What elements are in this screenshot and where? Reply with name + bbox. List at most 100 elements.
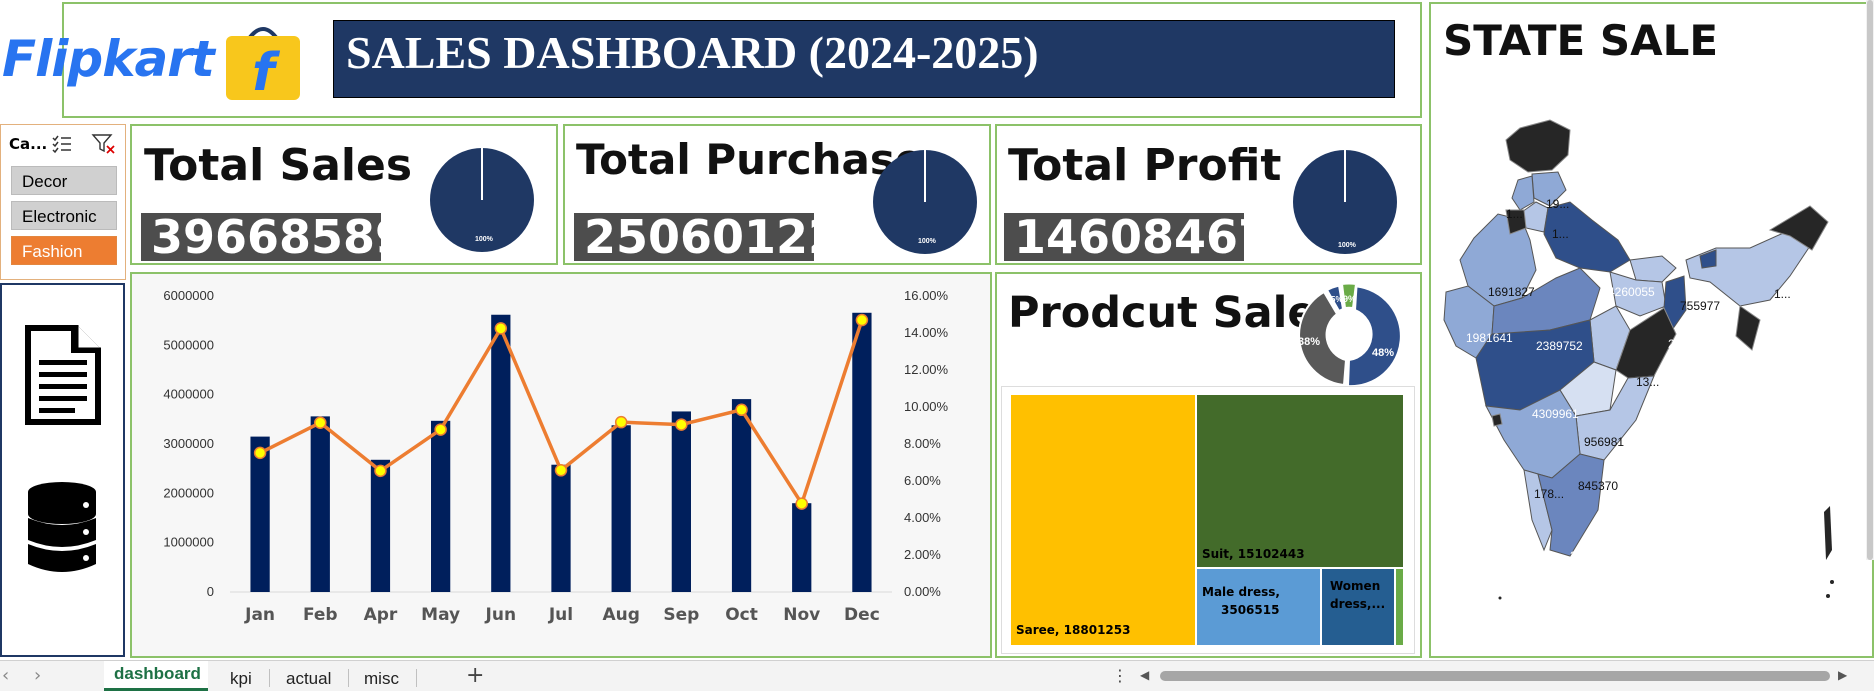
map-label-mp: 2389752 bbox=[1536, 339, 1583, 353]
category-slicer[interactable]: Ca... Decor Electronic Fashion bbox=[0, 124, 126, 280]
treemap-suit: Suit, 15102443 bbox=[1197, 395, 1403, 567]
chart-line-point bbox=[374, 464, 387, 478]
y-right-tick-label: 2.00% bbox=[904, 547, 941, 562]
treemap-suit-label: Suit, 15102443 bbox=[1202, 547, 1305, 561]
tab-divider bbox=[269, 669, 270, 687]
donut-label-38: 38% bbox=[1298, 336, 1320, 348]
y-right-tick-label: 6.00% bbox=[904, 473, 941, 488]
y-left-tick-label: 1000000 bbox=[163, 535, 214, 550]
x-tick-label: Feb bbox=[303, 605, 338, 625]
dashboard-title: SALES DASHBOARD (2024-2025) bbox=[333, 20, 1395, 98]
x-tick-label: Sep bbox=[663, 605, 699, 625]
treemap-women-label-1: Women bbox=[1330, 579, 1381, 593]
horizontal-scrollbar-thumb[interactable] bbox=[1160, 671, 1830, 681]
x-tick-label: Jul bbox=[548, 605, 573, 625]
y-left-tick-label: 5000000 bbox=[163, 337, 214, 352]
add-sheet-button[interactable]: + bbox=[466, 663, 484, 688]
y-right-tick-label: 10.00% bbox=[904, 399, 949, 414]
y-right-tick-label: 0.00% bbox=[904, 584, 941, 599]
kpi-card-sales: Total Sales 39668589 100% bbox=[130, 124, 558, 265]
scrollbar-right-arrow-icon[interactable]: ▶ bbox=[1838, 668, 1847, 682]
kpi-card-profit: Total Profit 14608467 100% bbox=[995, 124, 1422, 265]
vertical-scrollbar[interactable] bbox=[1866, 0, 1874, 560]
more-options-icon[interactable]: ⋮ bbox=[1112, 666, 1128, 685]
kpi-pie-profit: 100% bbox=[1291, 148, 1399, 256]
chart-line-point bbox=[855, 313, 869, 327]
kpi-pie-sales: 100% bbox=[428, 146, 536, 254]
flipkart-bag-icon: f bbox=[222, 20, 304, 103]
chart-bar bbox=[551, 464, 571, 592]
map-label-cg: 13... bbox=[1636, 375, 1659, 389]
map-label-tg: 956981 bbox=[1584, 435, 1624, 449]
chart-line-point bbox=[434, 423, 447, 436]
donut-label-9: 9% bbox=[1343, 294, 1356, 304]
y-right-tick-label: 8.00% bbox=[904, 436, 941, 451]
scroll-left-icon[interactable]: ‹ bbox=[2, 665, 16, 687]
multi-select-icon[interactable] bbox=[51, 133, 73, 155]
kpi-pie-label-profit: 100% bbox=[1338, 242, 1357, 249]
x-tick-label: May bbox=[421, 605, 460, 625]
kpi-card-purchase: Total Purchase 25060122 100% bbox=[563, 124, 991, 265]
x-tick-label: Jan bbox=[244, 605, 275, 625]
chart-bar bbox=[431, 420, 451, 592]
treemap-male-dress: Male dress, 3506515 bbox=[1197, 569, 1320, 645]
document-icon[interactable] bbox=[22, 322, 104, 428]
y-right-tick-label: 14.00% bbox=[904, 325, 949, 340]
donut-label-5: 5% bbox=[1331, 295, 1343, 304]
dashboard-title-text: SALES DASHBOARD (2024-2025) bbox=[346, 27, 1039, 78]
chart-bar bbox=[611, 425, 631, 592]
y-right-tick-label: 16.00% bbox=[904, 288, 949, 303]
kpi-title-sales: Total Sales bbox=[144, 140, 413, 191]
treemap-male-label-2: 3506515 bbox=[1221, 603, 1280, 617]
monthly-sales-chart: 0 1000000 2000000 3000000 4000000 5000000 6000… bbox=[163, 288, 949, 625]
tab-dashboard-label: dashboard bbox=[114, 664, 201, 683]
scrollbar-left-arrow-icon[interactable]: ◀ bbox=[1140, 668, 1149, 682]
x-tick-label: Apr bbox=[364, 605, 398, 625]
chart-bar bbox=[671, 411, 691, 592]
chart-line-point bbox=[795, 497, 808, 510]
vertical-scrollbar-thumb[interactable] bbox=[1867, 0, 1873, 560]
product-sale-title: Prodcut Sale bbox=[1008, 288, 1317, 338]
tab-divider bbox=[348, 669, 349, 687]
horizontal-scrollbar[interactable]: ◀ ▶ bbox=[1140, 668, 1852, 684]
x-tick-label: Jun bbox=[485, 605, 517, 625]
map-label-tn: 28584... bbox=[1570, 549, 1613, 563]
kpi-value-purchase: 25060122 bbox=[574, 213, 840, 261]
map-label-ne2: 4... bbox=[1728, 343, 1745, 357]
chart-line-point bbox=[735, 403, 748, 417]
chart-line-point bbox=[494, 322, 508, 335]
database-icon[interactable] bbox=[26, 480, 98, 576]
scroll-right-icon[interactable]: › bbox=[34, 665, 48, 687]
product-sale-donut: 48% 38% 9% 5% bbox=[1294, 278, 1406, 390]
map-label-mh: 4309961 bbox=[1532, 407, 1579, 421]
chart-bar bbox=[491, 314, 511, 592]
treemap-saree: Saree, 18801253 bbox=[1011, 395, 1195, 645]
slicer-item-decor[interactable]: Decor bbox=[11, 166, 117, 195]
kpi-pie-label-purchase: 100% bbox=[918, 238, 937, 245]
tab-misc[interactable]: misc bbox=[364, 669, 399, 689]
map-label-hr: 1... bbox=[1552, 227, 1569, 241]
x-tick-label: Nov bbox=[783, 605, 820, 625]
tab-actual[interactable]: actual bbox=[286, 669, 331, 689]
slicer-item-fashion[interactable]: Fashion bbox=[11, 236, 117, 265]
treemap-other bbox=[1396, 569, 1403, 645]
chart-line-point bbox=[253, 446, 267, 460]
y-left-tick-label: 0 bbox=[207, 584, 214, 599]
y-left-tick-label: 4000000 bbox=[163, 387, 214, 402]
x-tick-label: Dec bbox=[844, 605, 880, 625]
treemap-male-label-1: Male dress, bbox=[1202, 585, 1280, 599]
clear-filter-icon[interactable] bbox=[91, 132, 117, 156]
kpi-value-sales: 39668589 bbox=[141, 213, 407, 261]
map-label-jh: 25... bbox=[1668, 337, 1691, 351]
slicer-item-electronic[interactable]: Electronic bbox=[11, 201, 117, 230]
tab-dashboard[interactable]: dashboard bbox=[104, 661, 208, 691]
product-treemap: Saree, 18801253 Suit, 15102443 Male dres… bbox=[1001, 386, 1415, 654]
tab-kpi[interactable]: kpi bbox=[230, 669, 252, 689]
map-label-ne: 1... bbox=[1774, 287, 1791, 301]
chart-bar bbox=[792, 503, 812, 592]
map-label-up: 4260055 bbox=[1608, 285, 1655, 299]
monthly-sales-chart-panel: 0 1000000 2000000 3000000 4000000 5000000 6000… bbox=[130, 272, 992, 658]
map-label-rj: 1691827 bbox=[1488, 285, 1535, 299]
treemap-saree-label: Saree, 18801253 bbox=[1016, 623, 1131, 637]
chart-line-point bbox=[675, 418, 688, 431]
